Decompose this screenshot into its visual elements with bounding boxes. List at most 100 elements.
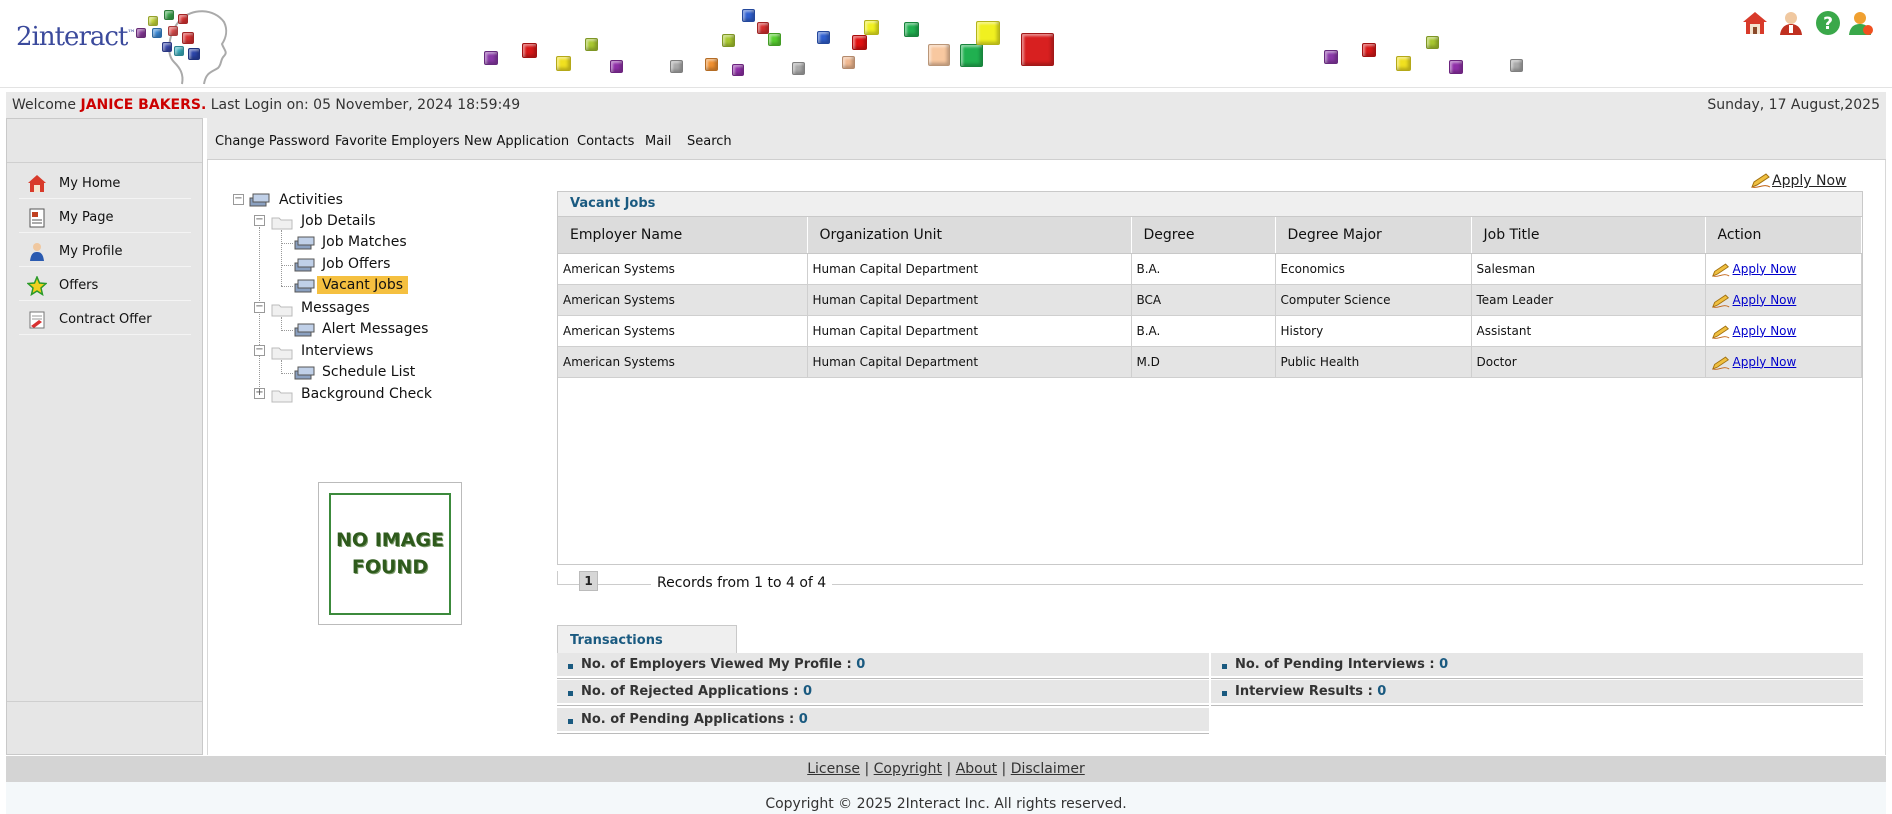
help-icon[interactable]: ? [1815,10,1841,36]
menu-search[interactable]: Search [687,134,732,149]
books-icon [294,323,315,337]
books-icon [294,279,315,293]
menu-contacts[interactable]: Contacts [577,134,634,149]
sidebar-item-label: Offers [59,278,99,293]
cell-degree: B.A. [1131,253,1276,285]
cell-major: Economics [1275,253,1472,285]
tree-item-job-offers[interactable]: Job Offers [322,256,390,272]
page-number-button[interactable]: 1 [579,571,598,591]
star-icon [27,276,47,296]
folder-icon [271,347,293,360]
transaction-employers-viewed: No. of Employers Viewed My Profile : 0 [557,653,1209,678]
welcome-message: Welcome JANICE BAKERS. Last Login on: 05… [12,97,520,113]
cell-action: Apply Now [1705,284,1862,316]
user-admin-icon[interactable] [1778,10,1804,36]
tree-item-schedule-list[interactable]: Schedule List [322,364,415,380]
apply-now-link[interactable]: Apply Now [1711,324,1796,339]
cell-org-unit: Human Capital Department [807,284,1132,316]
books-icon [294,366,315,380]
sidebar-item-contract-offer[interactable]: Contract Offer [19,303,191,335]
transaction-interview-results: Interview Results : 0 [1211,680,1863,705]
cell-major: Public Health [1275,346,1472,378]
no-image-text: NO IMAGE FOUND [336,529,444,578]
apply-now-link[interactable]: Apply Now [1711,293,1796,308]
books-icon [294,236,315,250]
current-date: Sunday, 17 August,2025 [1707,97,1880,113]
tree-item-job-details[interactable]: Job Details [301,213,376,229]
tree-item-background-check[interactable]: Background Check [301,386,432,402]
pen-icon [1751,173,1771,188]
cell-job-title: Doctor [1471,346,1706,378]
pen-icon [1711,294,1729,308]
cell-action: Apply Now [1705,346,1862,378]
cell-degree: BCA [1131,284,1276,316]
sidebar-item-offers[interactable]: Offers [19,269,191,301]
transactions-title: Transactions [557,625,737,653]
sidebar-item-my-page[interactable]: My Page [19,201,191,233]
footer-link-copyright[interactable]: Copyright [874,761,942,777]
column-header-action: Action [1705,217,1862,254]
tree-item-vacant-jobs[interactable]: Vacant Jobs [317,276,409,294]
cell-job-title: Salesman [1471,253,1706,285]
bullet-icon [1222,691,1227,696]
copyright-text: Copyright © 2025 2Interact Inc. All righ… [6,782,1886,814]
footer-link-about[interactable]: About [956,761,997,777]
sidebar-item-label: My Home [59,176,121,191]
tree-collapse-job-details[interactable]: − [254,215,265,226]
footer-link-license[interactable]: License [807,761,860,777]
user-name: JANICE BAKERS. [80,97,207,113]
page-icon [29,208,45,228]
books-icon [294,258,315,272]
menu-change-password[interactable]: Change Password [215,134,330,149]
vacant-jobs-table: Employer Name Organization Unit Degree D… [558,217,1862,378]
cell-org-unit: Human Capital Department [807,315,1132,347]
welcome-prefix: Welcome [12,97,77,113]
home-icon[interactable] [1742,10,1768,36]
tree-item-alert-messages[interactable]: Alert Messages [322,321,428,337]
bullet-icon [568,719,573,724]
apply-now-link[interactable]: Apply Now [1711,355,1796,370]
tree-item-interviews[interactable]: Interviews [301,343,373,359]
bullet-icon [1222,664,1227,669]
column-header-employer-name[interactable]: Employer Name [558,217,808,254]
tree-collapse-messages[interactable]: − [254,302,265,313]
cell-action: Apply Now [1705,253,1862,285]
menu-favorite-employers[interactable]: Favorite Employers [335,134,460,149]
tree-collapse-activities[interactable]: − [233,194,244,205]
cell-employer: American Systems [558,346,808,378]
cell-org-unit: Human Capital Department [807,253,1132,285]
footer-link-disclaimer[interactable]: Disclaimer [1011,761,1085,777]
table-row: American Systems Human Capital Departmen… [558,284,1862,316]
pen-icon [1711,263,1729,277]
tree-item-job-matches[interactable]: Job Matches [322,234,407,250]
top-menu: Change Password Favorite Employers New A… [207,118,1886,160]
tree-collapse-interviews[interactable]: − [254,345,265,356]
cell-degree: M.D [1131,346,1276,378]
menu-mail[interactable]: Mail [645,134,671,149]
bullet-icon [568,691,573,696]
folder-icon [271,217,293,230]
books-icon [249,193,270,207]
apply-now-top-link[interactable]: Apply Now [1751,173,1846,189]
transaction-rejected-applications: No. of Rejected Applications : 0 [557,680,1209,705]
tree-expand-background-check[interactable]: + [254,388,265,399]
last-login: Last Login on: 05 November, 2024 18:59:4… [210,97,521,113]
pagination: 1 Records from 1 to 4 of 4 [557,571,1863,591]
table-row: American Systems Human Capital Departmen… [558,253,1862,285]
sidebar-item-my-profile[interactable]: My Profile [19,235,191,267]
tree-item-activities[interactable]: Activities [279,192,343,208]
tree-item-messages[interactable]: Messages [301,300,370,316]
apply-now-link[interactable]: Apply Now [1711,262,1796,277]
vacant-jobs-title: Vacant Jobs [558,192,1862,217]
profile-photo-placeholder: NO IMAGE FOUND [318,482,462,625]
logo-text: 2interact™ [16,22,135,52]
sidebar-item-my-home[interactable]: My Home [19,167,191,199]
column-header-organization-unit[interactable]: Organization Unit [807,217,1132,254]
column-header-degree-major[interactable]: Degree Major [1275,217,1472,254]
vacant-jobs-panel: Vacant Jobs Employer Name Organization U… [557,191,1863,565]
column-header-job-title[interactable]: Job Title [1471,217,1706,254]
menu-new-application[interactable]: New Application [464,134,569,149]
home-icon [28,175,46,192]
column-header-degree[interactable]: Degree [1131,217,1276,254]
logout-user-icon[interactable] [1848,10,1874,36]
